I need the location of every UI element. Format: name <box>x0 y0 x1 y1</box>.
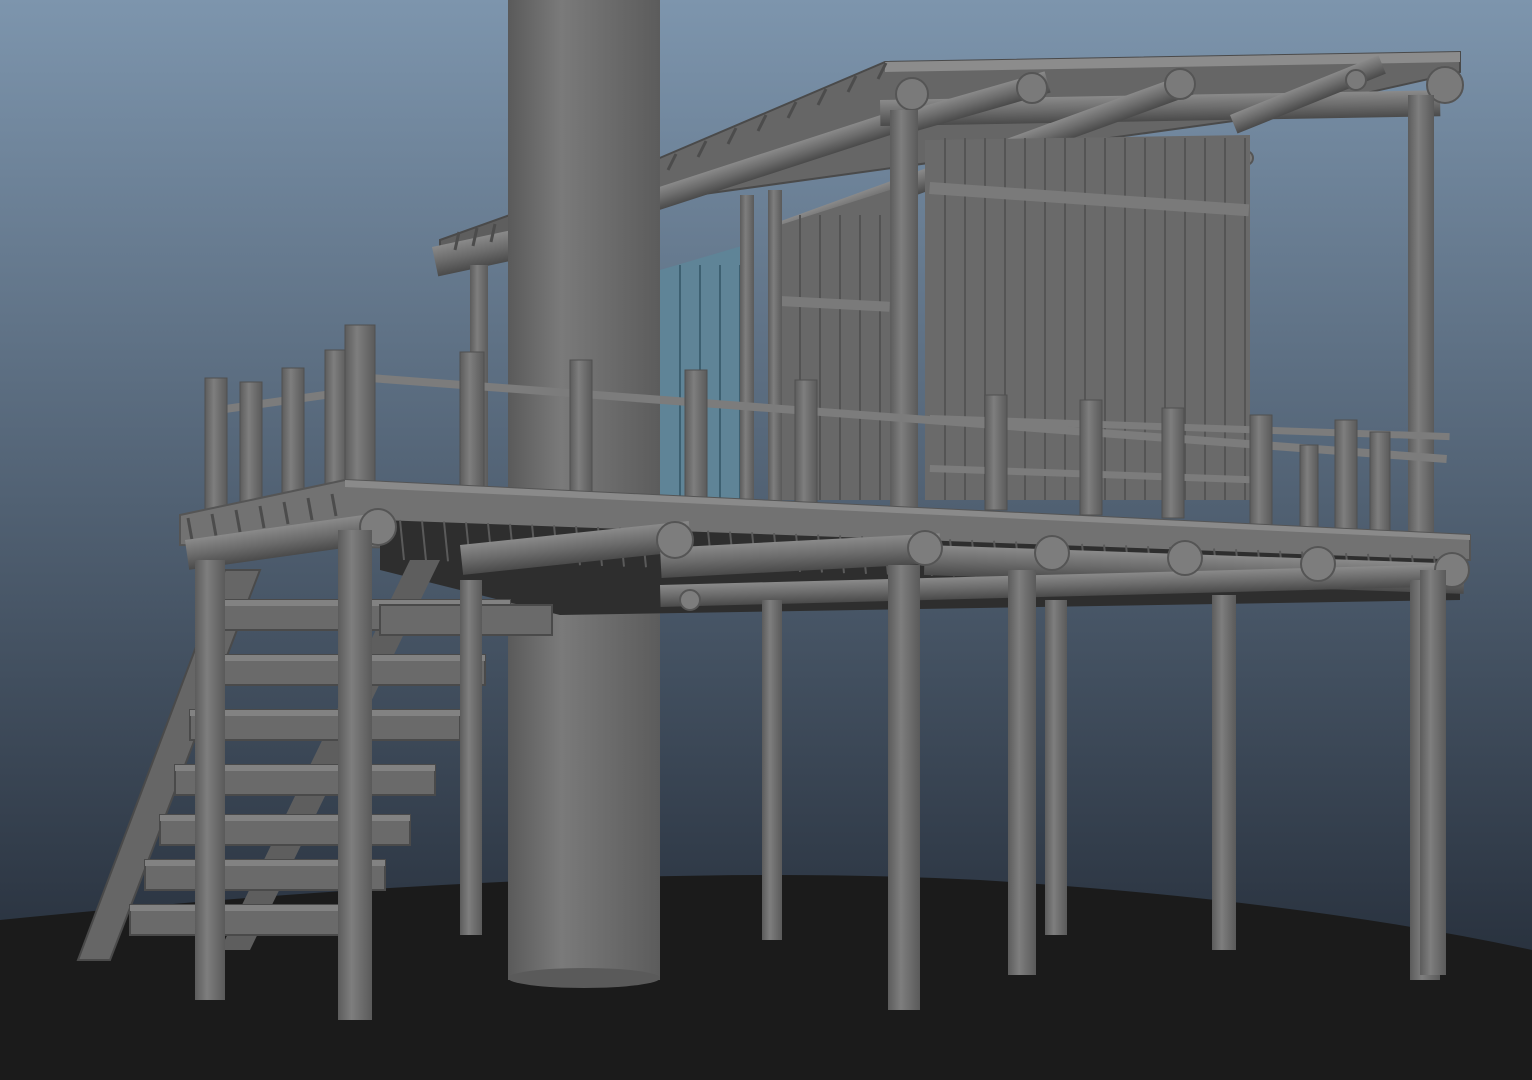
stilt-post <box>888 565 920 1010</box>
railing-baluster <box>344 324 376 491</box>
railing-baluster <box>1079 399 1103 516</box>
railing-baluster <box>1161 407 1185 519</box>
railing-baluster <box>569 359 593 501</box>
railing-baluster <box>1369 431 1391 533</box>
stilt-post <box>1212 595 1236 950</box>
railing-baluster <box>204 377 228 519</box>
stilt-post <box>1420 570 1446 975</box>
3d-viewport[interactable] <box>0 0 1532 1080</box>
railing-baluster <box>1249 414 1273 526</box>
railing-baluster <box>1334 419 1358 531</box>
railing-baluster <box>1299 444 1319 531</box>
railing-baluster <box>239 381 263 513</box>
railing-baluster <box>459 351 485 488</box>
railing-baluster <box>324 349 348 496</box>
scene-render <box>0 0 1532 1080</box>
stilt-post <box>1045 600 1067 935</box>
stilt-post <box>762 600 782 940</box>
railing-baluster <box>794 379 818 506</box>
stilt-post <box>1008 570 1036 975</box>
railing-baluster <box>281 367 305 504</box>
railing-baluster <box>984 394 1008 511</box>
railing-baluster <box>684 369 708 501</box>
